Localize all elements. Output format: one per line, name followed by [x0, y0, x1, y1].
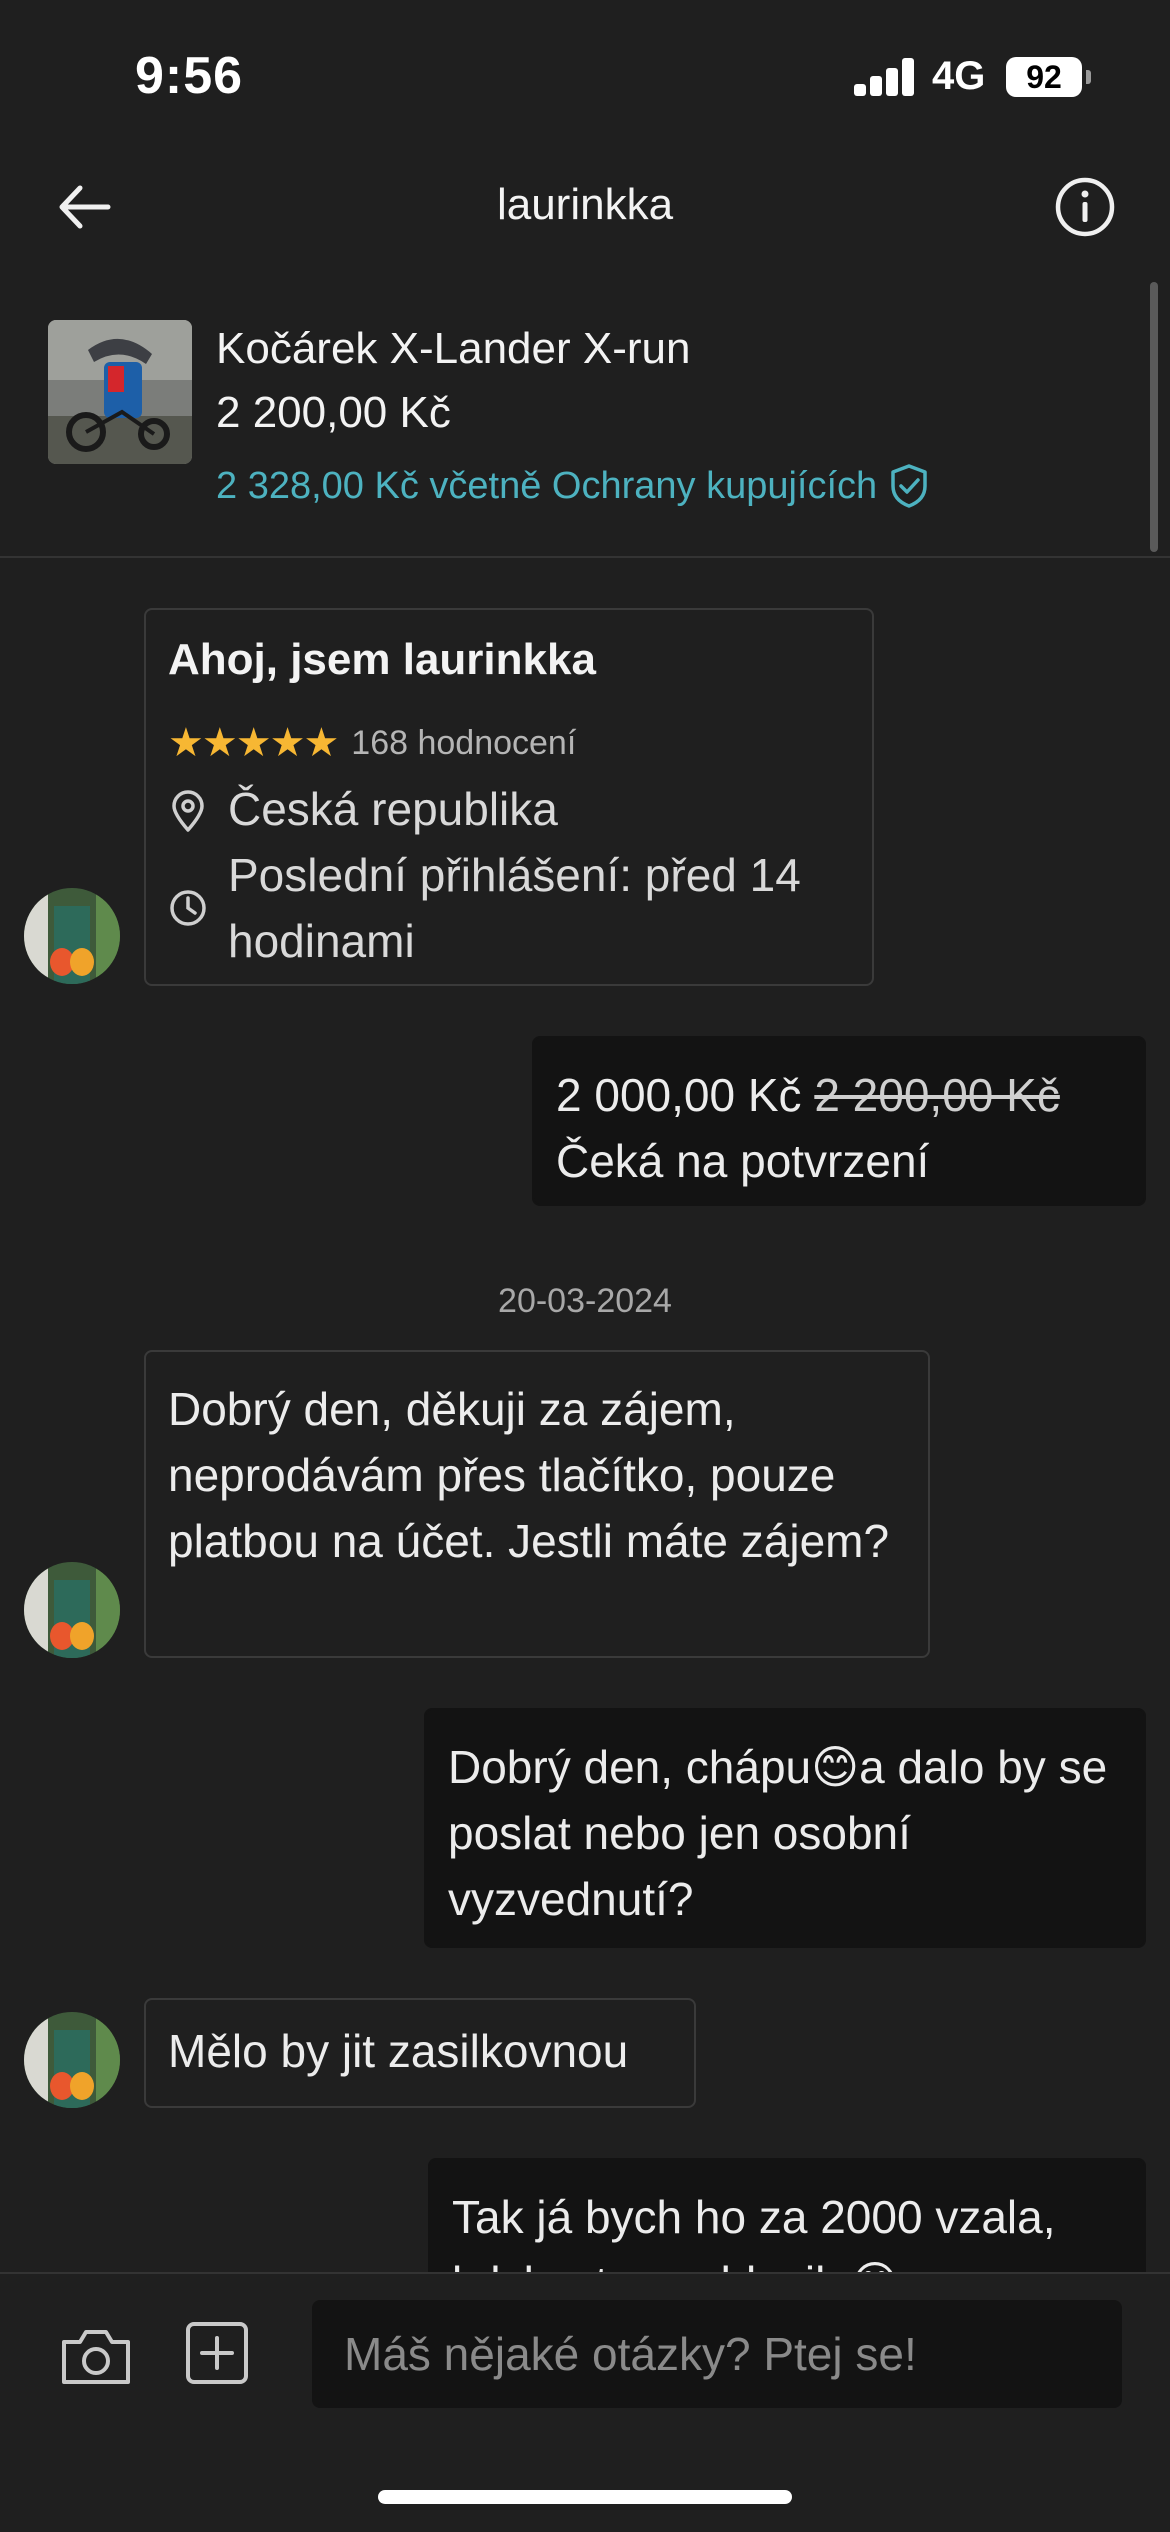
- last-login-row: Poslední přihlášení: před 14 hodinami: [168, 842, 848, 974]
- signal-icon: [854, 58, 916, 96]
- seller-location-row: Česká republika: [168, 776, 558, 842]
- seller-avatar[interactable]: [24, 888, 120, 984]
- battery-icon: 92: [1006, 57, 1082, 97]
- offer-status: Čeká na potvrzení: [556, 1135, 930, 1187]
- add-attachment-button[interactable]: [182, 2318, 252, 2388]
- message-text: Dobrý den, děkuji za zájem, neprodávám p…: [168, 1383, 890, 1567]
- review-count: 168 hodnocení: [351, 724, 577, 762]
- status-bar: 9:56 4G 92: [0, 0, 1170, 150]
- listing-title: Kočárek X-Lander X-run: [216, 324, 691, 373]
- info-icon: [1055, 177, 1115, 237]
- smile-emoji: 😊: [811, 1741, 860, 1793]
- scrollbar[interactable]: [1150, 282, 1158, 552]
- offer-old-price: 2 200,00 Kč: [814, 1069, 1060, 1121]
- location-pin-icon: [172, 790, 204, 832]
- offer-prices: 2 000,00 Kč 2 200,00 Kč: [556, 1062, 1122, 1128]
- shield-check-icon: [891, 464, 927, 508]
- buyer-protection-price[interactable]: 2 328,00 Kč včetně Ochrany kupujících: [216, 462, 931, 510]
- seller-rating[interactable]: ★★★★★ 168 hodnocení: [168, 710, 576, 776]
- seller-avatar[interactable]: [24, 2012, 120, 2108]
- network-type: 4G: [932, 54, 986, 98]
- seller-avatar[interactable]: [24, 1562, 120, 1658]
- conversation-title: laurinkka: [496, 180, 674, 229]
- message-incoming[interactable]: Dobrý den, děkuji za zájem, neprodávám p…: [144, 1350, 930, 1658]
- offer-new-price: 2 000,00 Kč: [556, 1069, 802, 1121]
- message-incoming[interactable]: Mělo by jit zasilkovnou: [144, 1998, 696, 2108]
- status-time: 9:56: [135, 47, 244, 105]
- rating-stars: ★★★★★: [168, 721, 339, 765]
- price-offer-bubble[interactable]: 2 000,00 Kč 2 200,00 Kč Čeká na potvrzen…: [532, 1036, 1146, 1206]
- message-text: Mělo by jit zasilkovnou: [168, 2025, 629, 2077]
- listing-thumbnail[interactable]: [48, 320, 192, 464]
- info-button[interactable]: [1050, 172, 1120, 242]
- seller-profile-card[interactable]: Ahoj, jsem laurinkka ★★★★★ 168 hodnocení…: [144, 608, 874, 986]
- listing-price: 2 200,00 Kč: [216, 388, 451, 437]
- chat-header: laurinkka: [0, 150, 1170, 270]
- home-indicator[interactable]: [378, 2490, 792, 2504]
- camera-button[interactable]: [58, 2324, 134, 2388]
- message-input[interactable]: [312, 2300, 1122, 2408]
- seller-location: Česká republika: [228, 783, 558, 835]
- profile-greeting: Ahoj, jsem laurinkka: [168, 635, 596, 684]
- message-text-part: Dobrý den, chápu: [448, 1741, 812, 1793]
- clock-icon: [170, 890, 206, 926]
- listing-summary[interactable]: Kočárek X-Lander X-run 2 200,00 Kč 2 328…: [0, 296, 1170, 558]
- buyer-protection-label: 2 328,00 Kč včetně Ochrany kupujících: [216, 464, 878, 507]
- camera-icon: [62, 2330, 130, 2384]
- message-outgoing[interactable]: Dobrý den, chápu😊a dalo by se poslat neb…: [424, 1708, 1146, 1948]
- date-separator: 20-03-2024: [498, 1282, 672, 1320]
- last-login: Poslední přihlášení: před 14 hodinami: [228, 849, 801, 967]
- battery-tip: [1086, 70, 1091, 84]
- plus-square-icon: [186, 2322, 248, 2384]
